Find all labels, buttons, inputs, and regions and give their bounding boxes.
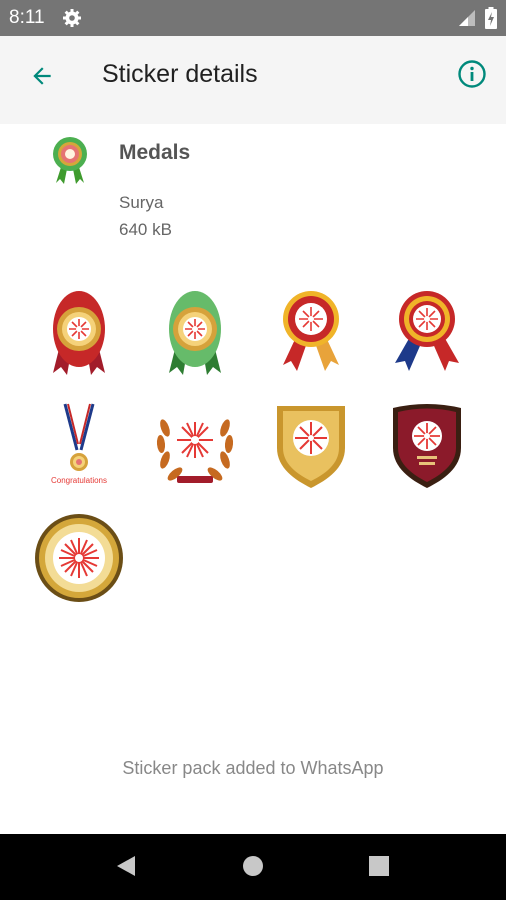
nav-back-button[interactable] xyxy=(108,850,144,886)
status-bar: 8:11 xyxy=(0,0,506,36)
sticker-green-rosette-medal[interactable] xyxy=(147,283,243,379)
back-button[interactable] xyxy=(20,56,64,100)
sticker-blue-ribbon-rosette[interactable] xyxy=(379,283,475,379)
gear-icon xyxy=(62,8,82,33)
sticker-laurel-wreath-badge[interactable] xyxy=(147,398,243,494)
home-circle-icon xyxy=(241,854,265,883)
sticker-gold-shield-badge[interactable] xyxy=(263,398,359,494)
sticker-red-ribbon-rosette[interactable] xyxy=(263,283,359,379)
app-bar: Sticker details xyxy=(0,36,506,124)
sticker-gold-round-medal[interactable] xyxy=(31,510,127,606)
added-status-message: Sticker pack added to WhatsApp xyxy=(122,758,384,778)
nav-home-button[interactable] xyxy=(235,850,271,886)
info-button[interactable] xyxy=(450,54,494,98)
battery-icon xyxy=(485,7,497,34)
pack-author: Surya xyxy=(119,193,164,212)
sticker-neck-medal[interactable]: Congratulations xyxy=(31,398,127,494)
page-title: Sticker details xyxy=(102,60,258,88)
info-icon xyxy=(457,59,487,94)
signal-icon xyxy=(458,9,476,32)
sticker-maroon-shield-badge[interactable] xyxy=(379,398,475,494)
status-time: 8:11 xyxy=(9,7,45,28)
sticker-red-rosette-medal[interactable] xyxy=(31,283,127,379)
nav-recents-button[interactable] xyxy=(361,850,397,886)
back-triangle-icon xyxy=(115,854,137,883)
recents-square-icon xyxy=(368,855,390,882)
arrow-back-icon xyxy=(29,63,55,94)
pack-size: 640 kB xyxy=(119,220,172,239)
sticker-caption: Congratulations xyxy=(51,476,107,485)
pack-tray-icon xyxy=(46,134,94,186)
system-nav-bar xyxy=(0,834,506,900)
pack-name: Medals xyxy=(119,141,191,164)
